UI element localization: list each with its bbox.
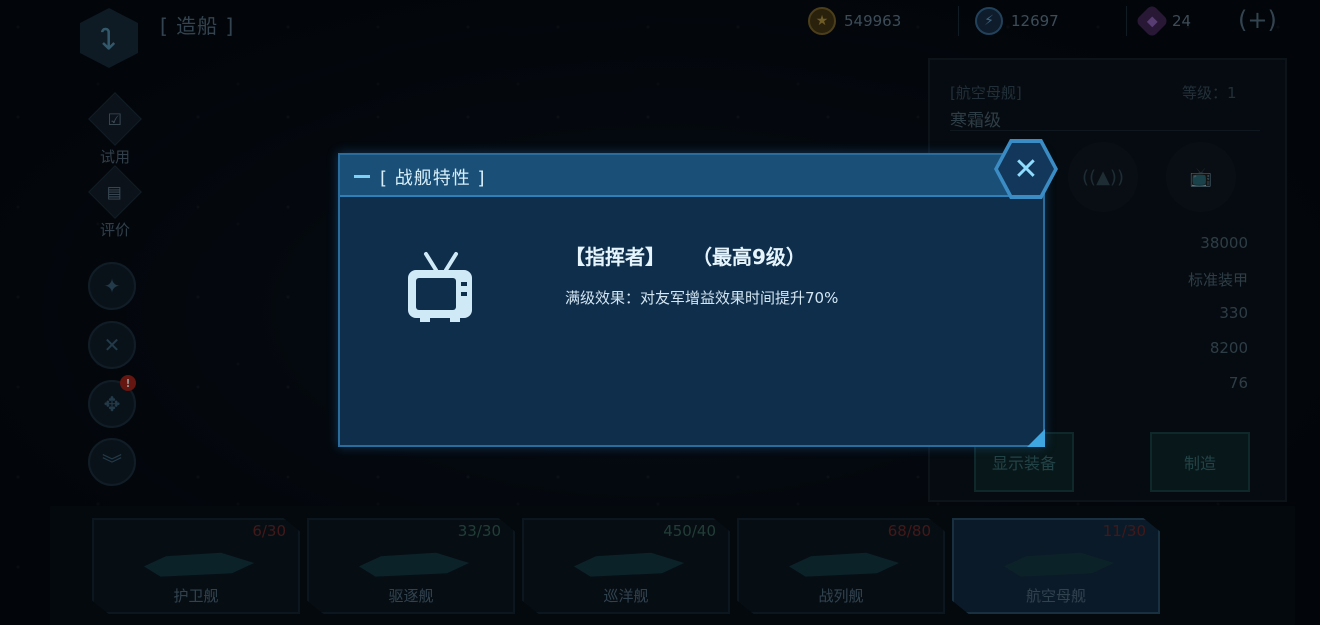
corner-accent — [1027, 429, 1045, 447]
trait-max-level: （最高9级） — [692, 245, 806, 269]
dialog-header: [ 战舰特性 ] — [340, 155, 1043, 197]
close-icon: ✕ — [998, 143, 1054, 195]
trait-description: 满级效果：对友军增益效果时间提升70% — [565, 289, 839, 307]
tv-icon — [408, 252, 472, 322]
header-dash — [354, 175, 370, 178]
trait-name: 【指挥者】 — [565, 245, 665, 269]
dialog-title: [ 战舰特性 ] — [380, 168, 486, 189]
